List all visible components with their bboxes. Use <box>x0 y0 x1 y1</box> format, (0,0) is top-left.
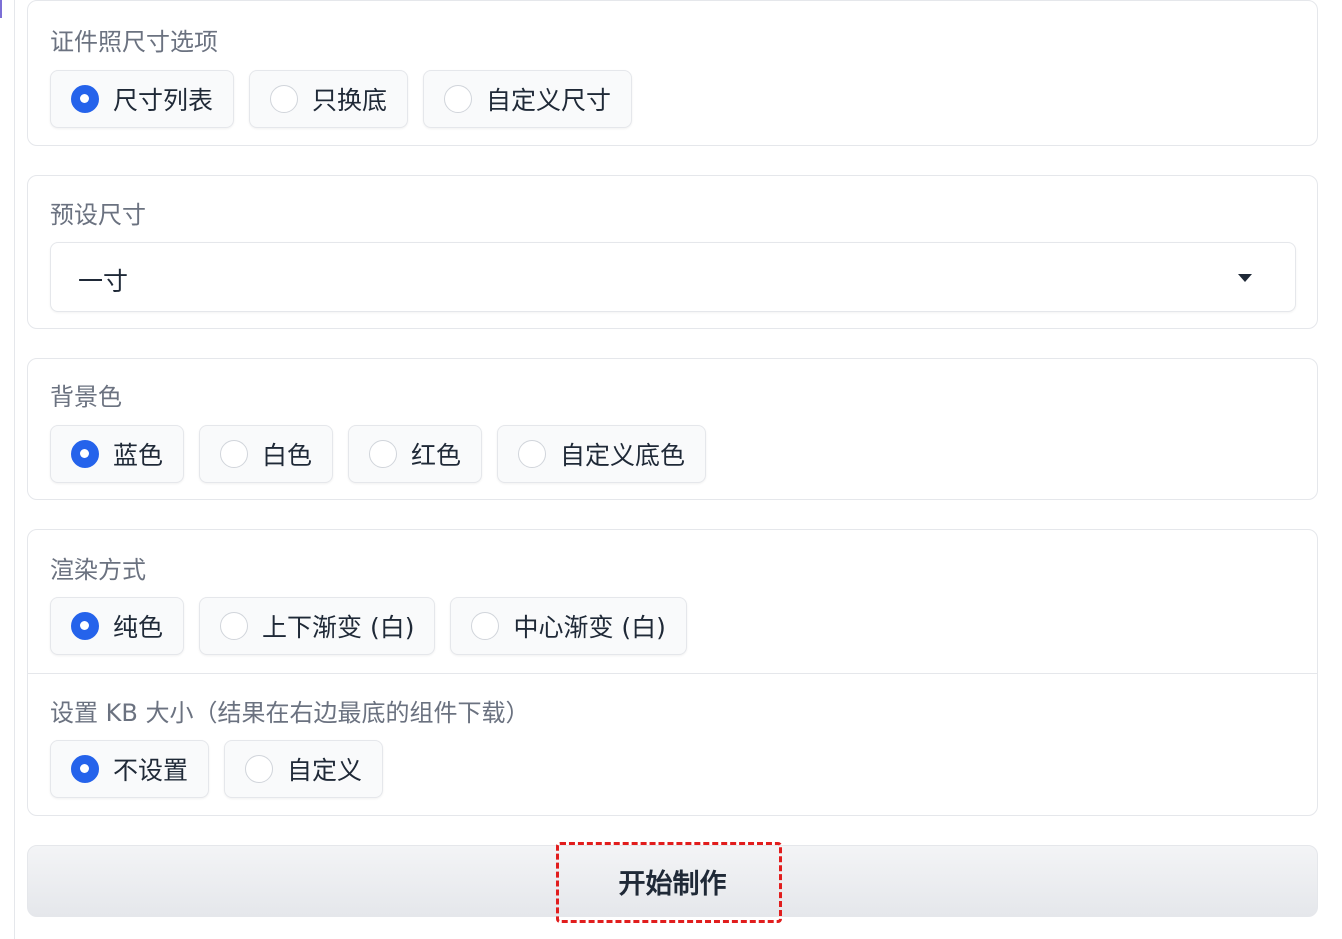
preset-size-value: 一寸 <box>78 267 129 296</box>
id-photo-options-label: 证件照尺寸选项 <box>50 28 218 56</box>
radio-custom-kb[interactable] <box>245 755 274 783</box>
chevron-down-icon <box>1238 274 1252 282</box>
option-vertical-gradient-label: 上下渐变 (白) <box>262 613 415 642</box>
background-color-panel: 背景色 蓝色 白色 红色 自定义底色 <box>27 358 1318 500</box>
option-red[interactable]: 红色 <box>348 425 483 483</box>
option-custom-size-label: 自定义尺寸 <box>486 86 612 115</box>
option-custom-background[interactable]: 自定义底色 <box>497 425 707 483</box>
option-blue-label: 蓝色 <box>113 441 164 470</box>
id-photo-options-group: 尺寸列表 只换底 自定义尺寸 <box>50 70 633 128</box>
radio-blue[interactable] <box>71 440 99 468</box>
radio-solid[interactable] <box>71 612 99 640</box>
preset-size-label: 预设尺寸 <box>50 201 146 229</box>
option-red-label: 红色 <box>411 441 462 470</box>
render-and-size-panel: 渲染方式 纯色 上下渐变 (白) 中心渐变 (白) 设置 KB 大小（结果在右边… <box>27 529 1318 816</box>
option-solid-label: 纯色 <box>113 613 164 642</box>
id-photo-options-panel: 证件照尺寸选项 尺寸列表 只换底 自定义尺寸 <box>27 0 1318 146</box>
option-size-list[interactable]: 尺寸列表 <box>50 70 235 128</box>
render-mode-label: 渲染方式 <box>50 556 146 584</box>
render-mode-group: 纯色 上下渐变 (白) 中心渐变 (白) <box>50 597 687 655</box>
radio-red[interactable] <box>369 440 398 468</box>
start-button[interactable]: 开始制作 <box>27 845 1318 917</box>
option-no-setting-label: 不设置 <box>113 756 189 785</box>
radio-custom-size[interactable] <box>444 85 473 113</box>
option-no-setting[interactable]: 不设置 <box>50 740 210 798</box>
option-size-list-label: 尺寸列表 <box>113 86 214 115</box>
option-custom-background-label: 自定义底色 <box>560 441 686 470</box>
option-center-gradient[interactable]: 中心渐变 (白) <box>450 597 687 655</box>
background-color-group: 蓝色 白色 红色 自定义底色 <box>50 425 707 483</box>
option-change-background-only-label: 只换底 <box>312 86 388 115</box>
option-custom-kb[interactable]: 自定义 <box>224 740 384 798</box>
window-edge-mark <box>0 0 2 18</box>
kb-size-label: 设置 KB 大小（结果在右边最底的组件下载） <box>50 699 530 727</box>
option-vertical-gradient[interactable]: 上下渐变 (白) <box>199 597 436 655</box>
option-change-background-only[interactable]: 只换底 <box>249 70 409 128</box>
radio-custom-background[interactable] <box>518 440 547 468</box>
radio-size-list[interactable] <box>71 85 99 113</box>
radio-center-gradient[interactable] <box>471 612 500 640</box>
option-white[interactable]: 白色 <box>199 425 334 483</box>
kb-size-group: 不设置 自定义 <box>50 740 384 798</box>
option-center-gradient-label: 中心渐变 (白) <box>513 613 666 642</box>
preset-size-panel: 预设尺寸 一寸 <box>27 175 1318 329</box>
option-custom-kb-label: 自定义 <box>287 756 363 785</box>
option-solid[interactable]: 纯色 <box>50 597 185 655</box>
radio-vertical-gradient[interactable] <box>220 612 249 640</box>
section-divider <box>28 673 1317 674</box>
preset-size-dropdown[interactable]: 一寸 <box>50 242 1296 312</box>
option-white-label: 白色 <box>262 441 313 470</box>
background-color-label: 背景色 <box>50 383 122 411</box>
option-custom-size[interactable]: 自定义尺寸 <box>423 70 633 128</box>
radio-no-setting[interactable] <box>71 755 99 783</box>
radio-change-background-only[interactable] <box>270 85 299 113</box>
option-blue[interactable]: 蓝色 <box>50 425 185 483</box>
radio-white[interactable] <box>220 440 249 468</box>
